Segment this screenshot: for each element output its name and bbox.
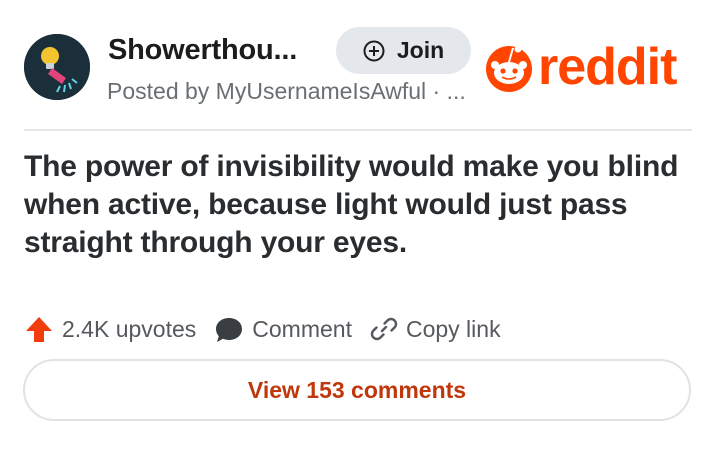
reddit-logo: reddit	[484, 38, 677, 96]
posted-by-line[interactable]: Posted by MyUsernameIsAwful · ...	[107, 78, 466, 105]
reddit-post-card: Showerthou... Join Posted by MyUsernameI…	[0, 0, 716, 458]
post-actions: 2.4K upvotes Comment Copy link	[24, 312, 501, 346]
upvote-button[interactable]: 2.4K upvotes	[24, 314, 196, 344]
comment-label: Comment	[252, 315, 352, 342]
reddit-wordmark: reddit	[538, 38, 677, 96]
join-label: Join	[396, 37, 445, 63]
upvote-arrow-icon	[26, 317, 52, 342]
plus-circle-icon	[363, 40, 385, 62]
copy-link-button[interactable]: Copy link	[370, 315, 501, 343]
subreddit-name[interactable]: Showerthou...	[108, 34, 297, 67]
join-button[interactable]: Join	[336, 27, 471, 74]
copy-link-label: Copy link	[405, 315, 501, 342]
post-title[interactable]: The power of invisibility would make you…	[24, 148, 694, 262]
upvotes-count: 2.4K upvotes	[62, 315, 197, 342]
divider	[24, 129, 692, 131]
comment-button[interactable]: Comment	[214, 314, 352, 344]
view-comments-button[interactable]: View 153 comments	[23, 359, 691, 421]
link-chain-icon	[370, 317, 398, 341]
reddit-snoo-icon	[486, 45, 532, 92]
subreddit-avatar[interactable]	[24, 34, 90, 100]
shower-head-icon	[24, 34, 90, 100]
comment-bubble-icon	[216, 318, 243, 342]
